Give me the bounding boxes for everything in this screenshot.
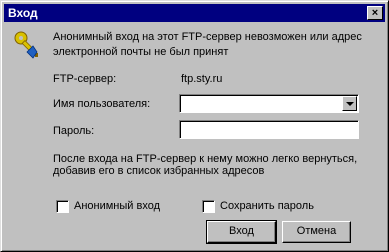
note-line-2: добавив его в список избранных адресов (53, 165, 265, 177)
message-line-2: электронной почты не был принят (53, 46, 229, 58)
close-icon: × (371, 7, 379, 19)
login-button[interactable]: Вход (206, 220, 277, 244)
key-icon (14, 31, 38, 59)
anonymous-label[interactable]: Анонимный вход (74, 200, 160, 212)
note-line-1: После входа на FTP-сервер к нему можно л… (53, 153, 358, 165)
window-title: Вход (8, 6, 38, 20)
save-password-checkbox[interactable] (202, 200, 215, 213)
password-label: Пароль: (53, 125, 95, 137)
username-dropdown-button[interactable] (342, 96, 357, 111)
login-dialog: Вход × Анонимный вход на этот FTP-сервер… (0, 0, 389, 252)
password-field[interactable] (179, 120, 359, 139)
chevron-down-icon (346, 102, 354, 106)
cancel-button-label: Отмена (296, 225, 337, 237)
save-password-label[interactable]: Сохранить пароль (220, 200, 314, 212)
anonymous-checkbox[interactable] (56, 200, 69, 213)
server-label: FTP-сервер: (53, 73, 117, 85)
message-line-1: Анонимный вход на этот FTP-сервер невозм… (53, 31, 362, 43)
login-button-label: Вход (229, 225, 254, 237)
title-bar[interactable]: Вход × (4, 4, 385, 22)
server-value: ftp.sty.ru (181, 73, 223, 85)
username-combobox[interactable] (179, 94, 359, 113)
username-label: Имя пользователя: (53, 98, 151, 110)
close-button[interactable]: × (367, 6, 383, 20)
cancel-button[interactable]: Отмена (282, 221, 351, 243)
